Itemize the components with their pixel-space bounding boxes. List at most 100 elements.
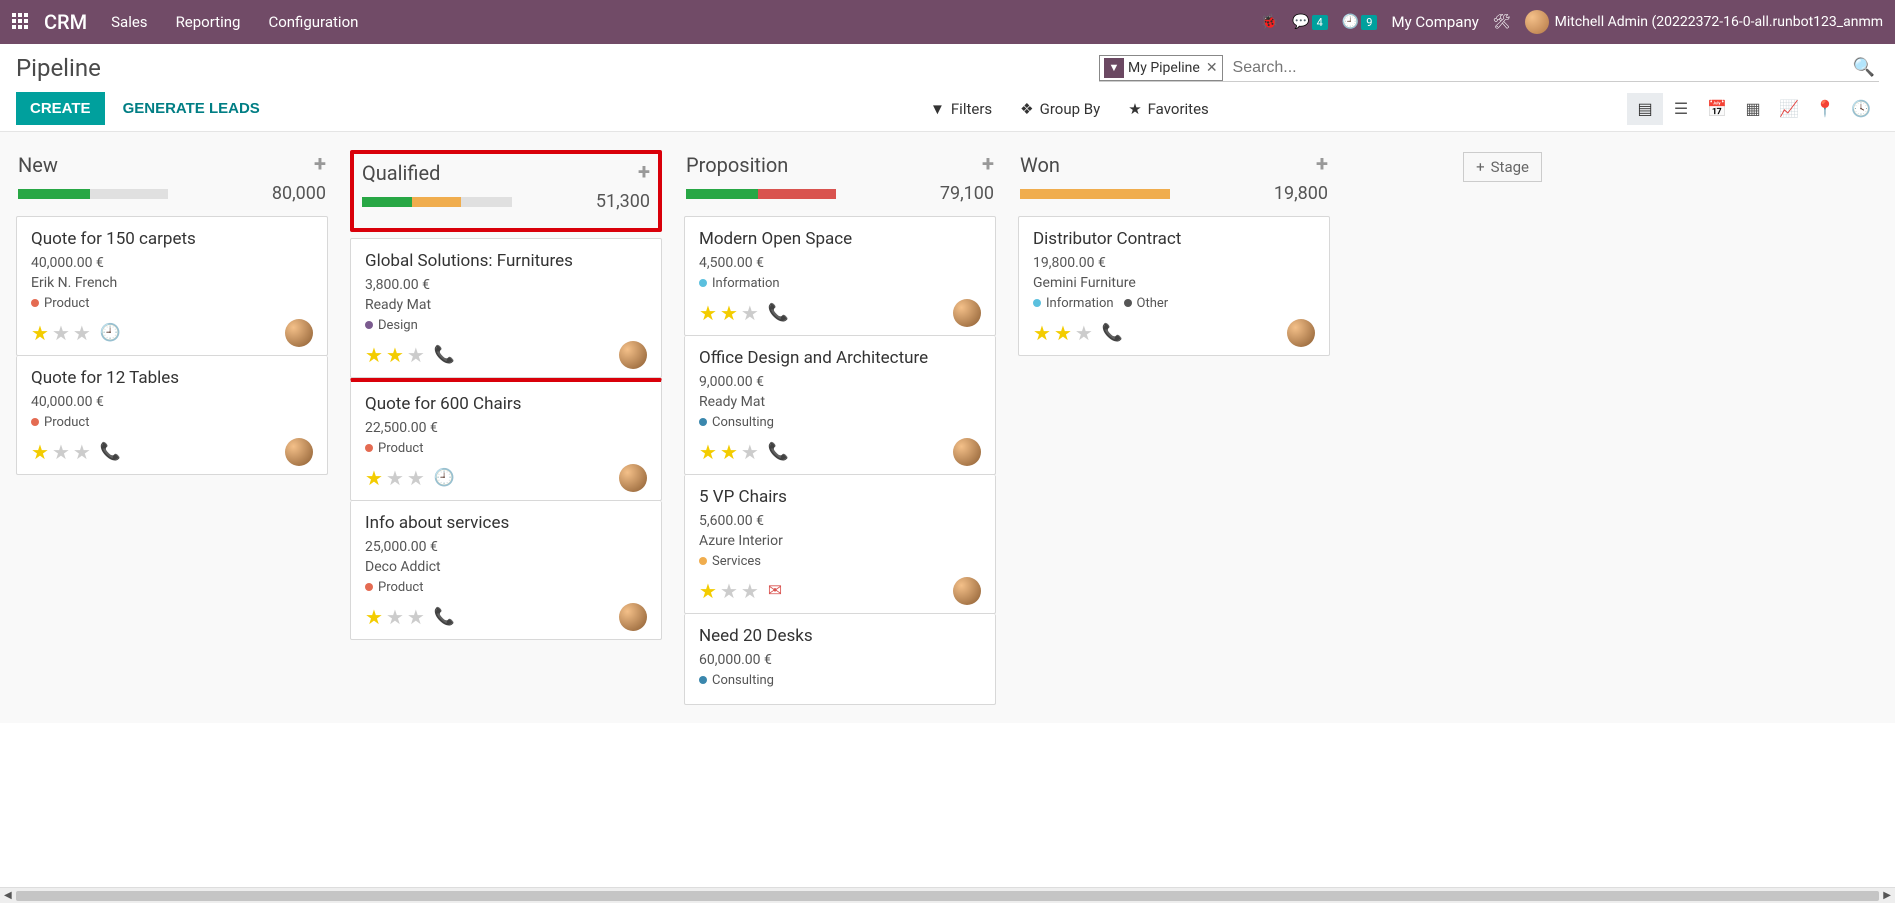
view-kanban-icon[interactable]: ▤ — [1627, 93, 1663, 125]
view-graph-icon[interactable]: 📈 — [1771, 93, 1807, 125]
priority-star-icon[interactable]: ★ — [365, 466, 383, 490]
add-stage-button[interactable]: +Stage — [1463, 152, 1542, 182]
priority-star-icon[interactable]: ★ — [741, 301, 759, 325]
column-progress-bar[interactable] — [1020, 189, 1170, 199]
priority-star-icon[interactable]: ★ — [720, 301, 738, 325]
column-progress-bar[interactable] — [362, 197, 512, 207]
clock-icon[interactable]: 🕘 — [100, 323, 121, 343]
priority-star-icon[interactable]: ★ — [31, 440, 49, 464]
kanban-card[interactable]: Modern Open Space 4,500.00 €Information … — [684, 216, 996, 336]
assignee-avatar-icon[interactable] — [953, 299, 981, 327]
phone-icon[interactable]: 📞 — [768, 303, 789, 323]
priority-star-icon[interactable]: ★ — [699, 579, 717, 603]
priority-star-icon[interactable]: ★ — [741, 440, 759, 464]
favorites-button[interactable]: ★Favorites — [1128, 100, 1209, 118]
mail-icon[interactable]: ✉ — [768, 581, 782, 601]
nav-sales[interactable]: Sales — [111, 13, 147, 31]
priority-star-icon[interactable]: ★ — [365, 605, 383, 629]
priority-star-icon[interactable]: ★ — [1054, 321, 1072, 345]
apps-icon[interactable] — [12, 13, 30, 31]
remove-filter-icon[interactable]: ✕ — [1206, 60, 1218, 76]
view-calendar-icon[interactable]: 📅 — [1699, 93, 1735, 125]
view-activity-icon[interactable]: 🕓 — [1843, 93, 1879, 125]
kanban-card[interactable]: Quote for 150 carpets 40,000.00 €Erik N.… — [16, 216, 328, 356]
priority-star-icon[interactable]: ★ — [386, 466, 404, 490]
priority-star-icon[interactable]: ★ — [741, 579, 759, 603]
priority-star-icon[interactable]: ★ — [386, 343, 404, 367]
priority-star-icon[interactable]: ★ — [699, 301, 717, 325]
priority-star-icon[interactable]: ★ — [31, 321, 49, 345]
nav-reporting[interactable]: Reporting — [176, 13, 241, 31]
create-button[interactable]: CREATE — [16, 92, 105, 125]
phone-icon[interactable]: 📞 — [100, 442, 121, 462]
filter-chip-my-pipeline[interactable]: ▼ My Pipeline ✕ — [1099, 55, 1223, 81]
priority-star-icon[interactable]: ★ — [720, 579, 738, 603]
assignee-avatar-icon[interactable] — [285, 438, 313, 466]
phone-icon[interactable]: 📞 — [768, 442, 789, 462]
priority-star-icon[interactable]: ★ — [407, 605, 425, 629]
settings-icon[interactable]: 🛠 — [1493, 14, 1511, 30]
debug-icon[interactable]: 🐞 — [1261, 14, 1278, 30]
assignee-avatar-icon[interactable] — [1287, 319, 1315, 347]
priority-star-icon[interactable]: ★ — [73, 440, 91, 464]
search-bar[interactable]: ▼ My Pipeline ✕ 🔍 — [1099, 55, 1879, 82]
priority-star-icon[interactable]: ★ — [1033, 321, 1051, 345]
priority-star-icon[interactable]: ★ — [73, 321, 91, 345]
priority-star-icon[interactable]: ★ — [407, 466, 425, 490]
company-switcher[interactable]: My Company — [1391, 13, 1478, 31]
add-card-icon[interactable]: + — [1316, 152, 1328, 177]
priority-star-icon[interactable]: ★ — [1075, 321, 1093, 345]
scroll-right-icon[interactable]: ▶ — [1883, 890, 1891, 901]
search-icon[interactable]: 🔍 — [1849, 57, 1879, 78]
priority-star-icon[interactable]: ★ — [407, 343, 425, 367]
column-title[interactable]: Qualified — [362, 161, 440, 185]
priority-star-icon[interactable]: ★ — [52, 440, 70, 464]
kanban-card[interactable]: Info about services 25,000.00 €Deco Addi… — [350, 501, 662, 640]
column-progress-bar[interactable] — [686, 189, 836, 199]
kanban-card[interactable]: Office Design and Architecture 9,000.00 … — [684, 336, 996, 475]
assignee-avatar-icon[interactable] — [619, 603, 647, 631]
column-title[interactable]: Won — [1020, 153, 1060, 177]
kanban-card[interactable]: Need 20 Desks 60,000.00 €Consulting — [684, 614, 996, 705]
priority-star-icon[interactable]: ★ — [52, 321, 70, 345]
phone-icon[interactable]: 📞 — [1102, 323, 1123, 343]
app-brand[interactable]: CRM — [44, 10, 87, 34]
assignee-avatar-icon[interactable] — [953, 438, 981, 466]
kanban-card[interactable]: Quote for 12 Tables 40,000.00 €Product ★… — [16, 356, 328, 475]
view-list-icon[interactable]: ☰ — [1663, 93, 1699, 125]
add-card-icon[interactable]: + — [982, 152, 994, 177]
kanban-card[interactable]: Quote for 600 Chairs 22,500.00 €Product … — [350, 378, 662, 501]
priority-star-icon[interactable]: ★ — [699, 440, 717, 464]
kanban-card[interactable]: 5 VP Chairs 5,600.00 €Azure InteriorServ… — [684, 475, 996, 614]
user-menu[interactable]: Mitchell Admin (20222372-16-0-all.runbot… — [1525, 10, 1883, 34]
phone-icon[interactable]: 📞 — [434, 607, 455, 627]
assignee-avatar-icon[interactable] — [953, 577, 981, 605]
scroll-track[interactable] — [16, 891, 1880, 901]
groupby-button[interactable]: ❖Group By — [1020, 100, 1100, 118]
filters-button[interactable]: ▼Filters — [930, 100, 992, 118]
assignee-avatar-icon[interactable] — [285, 319, 313, 347]
horizontal-scrollbar[interactable]: ◀ ▶ — [0, 887, 1895, 903]
view-map-icon[interactable]: 📍 — [1807, 93, 1843, 125]
generate-leads-button[interactable]: GENERATE LEADS — [111, 92, 272, 125]
kanban-card[interactable]: Distributor Contract 19,800.00 €Gemini F… — [1018, 216, 1330, 356]
assignee-avatar-icon[interactable] — [619, 341, 647, 369]
scroll-left-icon[interactable]: ◀ — [4, 890, 12, 901]
priority-star-icon[interactable]: ★ — [720, 440, 738, 464]
column-title[interactable]: Proposition — [686, 153, 788, 177]
column-progress-bar[interactable] — [18, 189, 168, 199]
search-input[interactable] — [1229, 55, 1849, 81]
nav-configuration[interactable]: Configuration — [268, 13, 358, 31]
phone-icon[interactable]: 📞 — [434, 345, 455, 365]
clock-icon[interactable]: 🕘 — [434, 468, 455, 488]
assignee-avatar-icon[interactable] — [619, 464, 647, 492]
priority-star-icon[interactable]: ★ — [386, 605, 404, 629]
add-card-icon[interactable]: + — [314, 152, 326, 177]
priority-star-icon[interactable]: ★ — [365, 343, 383, 367]
add-card-icon[interactable]: + — [638, 160, 650, 185]
column-title[interactable]: New — [18, 153, 58, 177]
view-pivot-icon[interactable]: ▦ — [1735, 93, 1771, 125]
activities-icon[interactable]: 🕘9 — [1342, 14, 1378, 30]
messages-icon[interactable]: 💬4 — [1292, 14, 1328, 30]
kanban-card[interactable]: Global Solutions: Furnitures 3,800.00 €R… — [350, 238, 662, 378]
